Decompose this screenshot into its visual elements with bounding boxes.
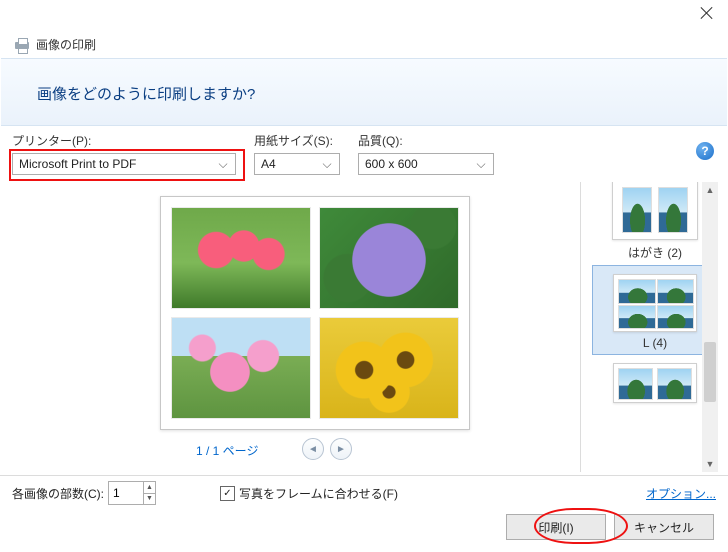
bottom-options-row: 各画像の部数(C): ▲ ▼ ✓ 写真をフレームに合わせる(F) オプション..… xyxy=(12,480,716,506)
layout-thumb xyxy=(613,274,697,332)
close-icon[interactable] xyxy=(700,6,714,20)
print-controls: プリンター(P): Microsoft Print to PDF ⌵ 用紙サイズ… xyxy=(12,132,494,175)
copies-stepper[interactable]: ▲ ▼ xyxy=(108,481,156,505)
scroll-up-button[interactable]: ▲ xyxy=(702,182,718,198)
layout-label: L (4) xyxy=(597,336,713,350)
fit-frame-label: 写真をフレームに合わせる(F) xyxy=(239,485,398,502)
copies-input[interactable] xyxy=(109,482,143,504)
vertical-separator xyxy=(580,182,581,472)
layout-thumb xyxy=(613,363,697,403)
chevron-down-icon: ⌵ xyxy=(473,157,489,172)
copies-up-button[interactable]: ▲ xyxy=(144,482,155,494)
layout-item-next[interactable] xyxy=(592,355,718,411)
preview-image-3 xyxy=(171,317,311,419)
layout-label: はがき (2) xyxy=(596,244,714,261)
print-preview xyxy=(160,196,470,430)
next-page-button[interactable]: ► xyxy=(330,438,352,460)
dialog-title-row: 画像の印刷 xyxy=(14,36,96,53)
layout-item-l-4[interactable]: L (4) xyxy=(592,265,718,355)
paper-size-select[interactable]: A4 ⌵ xyxy=(254,153,340,175)
dialog-title: 画像の印刷 xyxy=(36,36,96,53)
preview-image-4 xyxy=(319,317,459,419)
layout-thumb xyxy=(612,182,698,240)
print-button[interactable]: 印刷(I) xyxy=(506,514,606,540)
fit-frame-checkbox[interactable]: ✓ xyxy=(220,486,235,501)
quality-label: 品質(Q): xyxy=(358,132,494,149)
chevron-down-icon: ⌵ xyxy=(215,157,231,172)
copies-label: 各画像の部数(C): xyxy=(12,485,104,502)
options-link[interactable]: オプション... xyxy=(646,485,716,502)
quality-select[interactable]: 600 x 600 ⌵ xyxy=(358,153,494,175)
layout-list: はがき (2) L (4) ▲ ▼ xyxy=(592,182,718,472)
copies-down-button[interactable]: ▼ xyxy=(144,494,155,505)
paper-size-value: A4 xyxy=(261,157,276,171)
printer-select[interactable]: Microsoft Print to PDF ⌵ xyxy=(12,153,236,175)
scroll-down-button[interactable]: ▼ xyxy=(702,456,718,472)
prev-page-button[interactable]: ◄ xyxy=(302,438,324,460)
cancel-button[interactable]: キャンセル xyxy=(614,514,714,540)
main-area: 1 / 1 ページ ◄ ► はがき (2) L (4) xyxy=(0,182,728,472)
header-band: 画像をどのように印刷しますか? xyxy=(1,58,727,126)
help-icon[interactable]: ? xyxy=(696,142,714,160)
quality-value: 600 x 600 xyxy=(365,157,418,171)
dialog-actions: 印刷(I) キャンセル xyxy=(506,514,714,540)
horizontal-separator xyxy=(0,475,728,476)
chevron-down-icon: ⌵ xyxy=(319,157,335,172)
printer-icon xyxy=(14,37,30,53)
page-indicator: 1 / 1 ページ xyxy=(196,442,258,459)
paper-size-label: 用紙サイズ(S): xyxy=(254,132,340,149)
printer-label: プリンター(P): xyxy=(12,132,236,149)
preview-image-2 xyxy=(319,207,459,309)
layout-scrollbar[interactable]: ▲ ▼ xyxy=(702,182,718,472)
preview-image-1 xyxy=(171,207,311,309)
scrollbar-thumb[interactable] xyxy=(704,342,716,402)
layout-item-hagaki-2[interactable]: はがき (2) xyxy=(592,182,718,265)
printer-select-value: Microsoft Print to PDF xyxy=(19,157,136,171)
header-question: 画像をどのように印刷しますか? xyxy=(37,83,255,104)
